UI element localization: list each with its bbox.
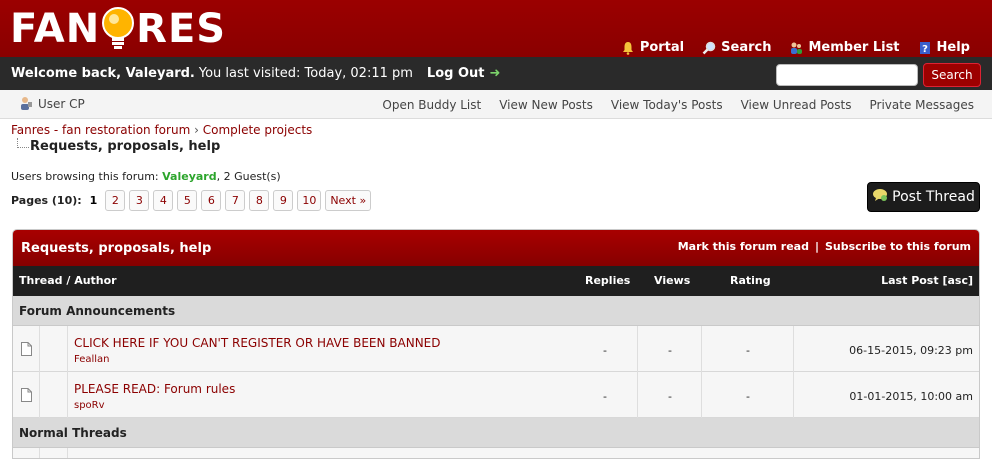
logo-text-left: FAN [10,6,101,52]
last-visit-text: You last visited: Today, 02:11 pm [198,66,413,81]
usercp-link[interactable]: User CP [19,96,85,113]
logout-label: Log Out [426,66,485,81]
thread-author[interactable]: Feallan [74,354,110,365]
lightbulb-icon [101,6,135,52]
breadcrumb-parent[interactable]: Complete projects [203,123,313,137]
magnifier-icon [702,41,716,55]
user-navbar: User CP Open Buddy List View New Posts V… [0,90,992,119]
page-link[interactable]: 7 [225,190,246,211]
col-last-post[interactable]: Last Post [asc] [881,274,973,287]
welcome-bar: Welcome back, Valeyard. You last visited… [0,57,992,90]
replies-value: - [603,390,607,403]
views-value: - [668,344,672,357]
page-link[interactable]: 4 [153,190,174,211]
breadcrumb-root[interactable]: Fanres - fan restoration forum [11,123,190,137]
document-icon [21,342,32,356]
forum-header: Requests, proposals, help Mark this foru… [13,230,979,266]
breadcrumb-current: Requests, proposals, help [30,139,221,154]
thread-list: Requests, proposals, help Mark this foru… [12,229,980,459]
browsing-user[interactable]: Valeyard [162,170,216,183]
pagination-row: Pages (10): 1 2 3 4 5 6 7 8 9 10 Next » … [0,182,992,226]
svg-text:?: ? [922,44,928,55]
page-link[interactable]: 3 [129,190,150,211]
portal-link[interactable]: Portal [621,40,684,55]
browsing-prefix: Users browsing this forum: [11,170,159,183]
rating-value: - [746,344,750,357]
current-page: 1 [89,194,98,207]
last-post-value: 06-15-2015, 09:23 pm [849,344,973,357]
mark-read-link[interactable]: Mark this forum read [678,240,809,253]
member-list-link[interactable]: Member List [789,40,900,55]
private-messages-link[interactable]: Private Messages [870,98,975,112]
thread-author[interactable]: spoRv [74,400,105,411]
last-post-value: 01-01-2015, 10:00 am [849,390,973,403]
col-views[interactable]: Views [654,274,690,287]
welcome-greeting: Welcome back, Valeyard. [11,66,195,81]
document-icon [21,388,32,402]
members-icon [789,41,803,55]
table-row [13,448,979,458]
section-announcements: Forum Announcements [13,296,979,326]
top-links: Portal Search Member List ? Help [621,40,970,55]
page-link[interactable]: 5 [177,190,198,211]
tree-connector [17,137,29,148]
bell-icon [621,41,635,55]
speech-bubble-icon [872,188,888,206]
subscribe-link[interactable]: Subscribe to this forum [825,240,971,253]
logout-link[interactable]: Log Out ➜ [427,66,500,81]
browsing-suffix: , 2 Guest(s) [216,170,281,183]
search-button[interactable]: Search [923,63,981,87]
usercp-label: User CP [38,97,85,111]
unread-posts-link[interactable]: View Unread Posts [741,98,852,112]
user-icon [19,96,33,113]
options-separator: | [814,240,819,253]
logo-text-right: RES [136,6,227,52]
help-link[interactable]: ? Help [918,40,970,55]
portal-label: Portal [639,40,685,55]
section-normal-threads: Normal Threads [13,418,979,448]
buddy-list-link[interactable]: Open Buddy List [382,98,481,112]
search-label: Search [721,40,772,55]
next-page-link[interactable]: Next » [325,190,372,211]
help-label: Help [936,40,970,55]
new-posts-link[interactable]: View New Posts [499,98,593,112]
users-browsing: Users browsing this forum: Valeyard, 2 G… [0,170,992,186]
pagination: Pages (10): 1 2 3 4 5 6 7 8 9 10 Next » [11,190,372,211]
views-value: - [668,390,672,403]
page-link[interactable]: 2 [105,190,126,211]
search-link[interactable]: Search [702,40,771,55]
breadcrumb-separator: › [194,123,199,137]
pages-label: Pages (10): [11,194,82,207]
forum-title: Requests, proposals, help [21,240,212,256]
help-icon: ? [918,41,932,55]
rating-value: - [746,390,750,403]
page-link[interactable]: 10 [297,190,322,211]
search-input[interactable] [776,64,918,86]
table-row: CLICK HERE IF YOU CAN'T REGISTER OR HAVE… [13,326,979,372]
member-list-label: Member List [808,40,900,55]
replies-value: - [603,344,607,357]
column-headers: Thread / Author Replies Views Rating Las… [13,266,979,296]
col-replies[interactable]: Replies [585,274,630,287]
site-logo[interactable]: FAN RES [10,4,226,54]
page-link[interactable]: 6 [201,190,222,211]
table-row: PLEASE READ: Forum rules spoRv - - - 01-… [13,372,979,418]
page-link[interactable]: 8 [249,190,270,211]
navbar-links: Open Buddy List View New Posts View Toda… [382,90,974,119]
thread-title[interactable]: CLICK HERE IF YOU CAN'T REGISTER OR HAVE… [74,336,441,350]
forum-options: Mark this forum read | Subscribe to this… [678,240,971,253]
site-header: FAN RES Portal Search Member List ? Help [0,0,992,57]
post-thread-button[interactable]: Post Thread [867,182,980,212]
todays-posts-link[interactable]: View Today's Posts [611,98,723,112]
arrow-right-icon: ➜ [489,66,501,81]
post-thread-label: Post Thread [892,189,975,205]
thread-title[interactable]: PLEASE READ: Forum rules [74,382,235,396]
col-rating[interactable]: Rating [730,274,771,287]
breadcrumb: Fanres - fan restoration forum › Complet… [0,119,992,174]
page-link[interactable]: 9 [273,190,294,211]
col-thread-author[interactable]: Thread / Author [19,274,117,287]
